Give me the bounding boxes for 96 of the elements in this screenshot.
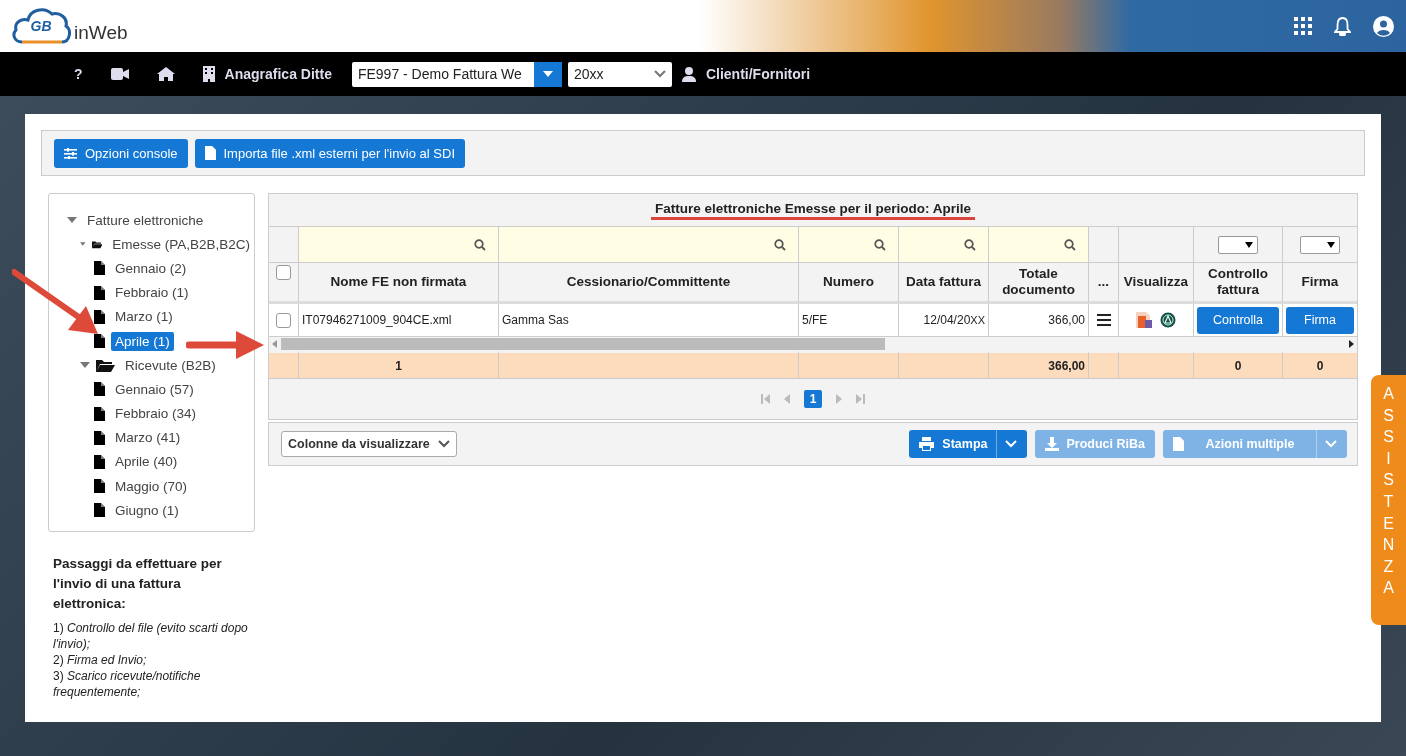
filter-cell[interactable]: [499, 227, 799, 263]
select-all-checkbox[interactable]: [276, 265, 291, 280]
caret-icon: [1245, 241, 1253, 248]
row-checkbox[interactable]: [276, 312, 291, 328]
companies-link[interactable]: Anagrafica Ditte: [224, 66, 332, 82]
company-select[interactable]: FE997 - Demo Fattura We: [351, 61, 562, 87]
document-icon: [94, 309, 105, 324]
chevron-down-icon: [437, 440, 450, 448]
total-cell: 0: [1283, 351, 1357, 378]
caret-icon: [653, 70, 666, 78]
table-cell: Gamma Sas: [499, 304, 799, 337]
instruction-step: 2) Firma ed Invio;: [53, 652, 250, 668]
toolbar-button[interactable]: Importa file .xml esterni per l'invio al SDI: [194, 138, 465, 168]
document-icon: [1173, 437, 1184, 451]
document-icon: [94, 454, 105, 469]
search-icon[interactable]: [874, 238, 886, 251]
table-cell: 5/FE: [799, 304, 899, 337]
customers-suppliers-link[interactable]: Clienti/Fornitori: [705, 66, 811, 82]
document-icon: [94, 261, 105, 276]
tree-item[interactable]: Aprile (40): [111, 452, 182, 472]
action-button[interactable]: Stampa: [909, 430, 1027, 458]
menu-icon[interactable]: [1096, 314, 1111, 326]
document-icon: [94, 334, 105, 349]
tree-item[interactable]: Marzo (41): [111, 428, 185, 448]
chevron-down-icon: [1004, 440, 1017, 448]
search-icon[interactable]: [1064, 238, 1076, 251]
tree-toggle-icon[interactable]: [67, 217, 77, 224]
sliders-icon: [64, 147, 77, 159]
table-cell: IT07946271009_904CE.xml: [299, 304, 499, 337]
file-icon: [204, 146, 216, 160]
bell-icon[interactable]: [1334, 16, 1351, 36]
toolbar-button[interactable]: Opzioni console: [54, 138, 188, 168]
download-icon: [1044, 437, 1059, 451]
tree-toggle-icon[interactable]: [80, 241, 86, 248]
table-cell: 366,00: [989, 304, 1089, 337]
tree-item[interactable]: Fatture elettroniche: [83, 210, 208, 230]
filter-cell[interactable]: [899, 227, 989, 263]
scroll-right-icon[interactable]: [1349, 340, 1354, 348]
filter-select[interactable]: [1218, 235, 1258, 254]
help-button[interactable]: ?: [60, 66, 97, 82]
caret-icon: [542, 71, 553, 77]
printer-icon: [919, 437, 935, 451]
page-button[interactable]: 1: [804, 390, 822, 408]
round-emblem-icon[interactable]: [1160, 312, 1176, 328]
home-icon[interactable]: [156, 67, 175, 81]
tree-item[interactable]: Giugno (1): [111, 500, 183, 520]
document-icon: [94, 406, 105, 421]
columns-dropdown[interactable]: Colonne da visualizzare: [281, 431, 457, 457]
scroll-left-icon[interactable]: [272, 340, 277, 348]
user-icon: [681, 66, 696, 82]
caret-icon: [1327, 241, 1335, 248]
tree-item[interactable]: Gennaio (2): [111, 258, 191, 278]
search-icon[interactable]: [774, 238, 786, 251]
search-icon[interactable]: [474, 238, 486, 251]
tree-item[interactable]: Marzo (1): [111, 307, 177, 327]
tree-toggle-icon[interactable]: [80, 362, 90, 369]
tree-item[interactable]: Emesse (PA,B2B,B2C): [108, 234, 254, 254]
total-cell: 1: [299, 351, 499, 378]
video-camera-icon[interactable]: [110, 68, 129, 80]
filter-select[interactable]: [1300, 235, 1340, 254]
total-cell: 0: [1194, 351, 1283, 378]
document-icon: [94, 382, 105, 397]
instruction-step: 1) Controllo del file (evito scarti dopo l'invio);: [53, 620, 250, 652]
tree-item[interactable]: Febbraio (1): [111, 283, 193, 303]
tree-item[interactable]: Gennaio (57): [111, 379, 198, 399]
fe-document-icon[interactable]: [1136, 312, 1152, 328]
instruction-step: 3) Scarico ricevute/notifiche frequentemente;: [53, 668, 250, 700]
apps-grid-icon[interactable]: [1294, 17, 1312, 35]
document-icon: [94, 430, 105, 445]
table-action-button[interactable]: Controlla: [1197, 306, 1279, 334]
folder-icon: [96, 358, 115, 372]
table-action-button[interactable]: Firma: [1286, 306, 1354, 334]
tree-item[interactable]: Aprile (1): [111, 331, 174, 351]
user-account-icon[interactable]: [1373, 15, 1394, 37]
logo-mark: GB: [30, 18, 52, 34]
document-icon: [94, 479, 105, 494]
year-select[interactable]: 20xx: [567, 61, 672, 87]
tree-item[interactable]: Maggio (70): [111, 476, 192, 496]
tree-item[interactable]: Ricevute (B2B): [121, 355, 220, 375]
cloud-logo-icon: [10, 6, 72, 46]
document-icon: [94, 285, 105, 300]
total-cell: [1089, 351, 1119, 378]
logo-text: inWeb: [74, 22, 128, 44]
document-icon: [94, 503, 105, 518]
search-icon[interactable]: [964, 238, 976, 251]
chevron-down-icon: [1325, 440, 1337, 448]
horizontal-scrollbar[interactable]: [269, 337, 1357, 351]
building-icon: [202, 66, 215, 82]
tree-item[interactable]: Febbraio (34): [111, 404, 201, 424]
filter-cell[interactable]: [299, 227, 499, 263]
table-title: Fatture elettroniche Emesse per il periodo: Aprile: [650, 200, 976, 220]
total-cell: 366,00: [989, 351, 1089, 378]
filter-cell[interactable]: [989, 227, 1089, 263]
filter-cell[interactable]: [799, 227, 899, 263]
instructions-title: Passaggi da effettuare per l'invio di una fattura elettronica:: [53, 555, 223, 613]
scrollbar-thumb[interactable]: [281, 338, 885, 350]
